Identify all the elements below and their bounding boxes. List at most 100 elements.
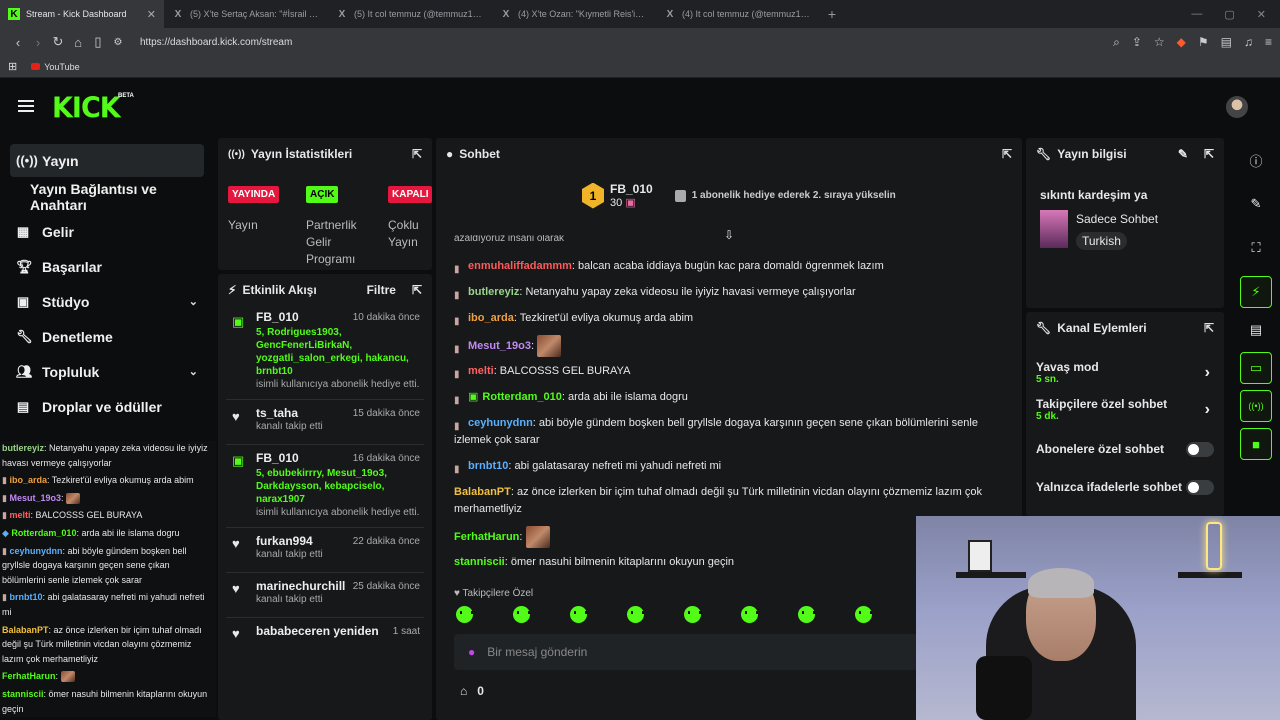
activity-time: 15 dakika önce	[352, 408, 420, 419]
share-icon[interactable]: ⇪	[1132, 35, 1142, 49]
apps-icon[interactable]: ⊞	[8, 60, 17, 73]
menu-icon[interactable]: ≡	[1265, 35, 1272, 49]
chat-username[interactable]: butlereyiz	[468, 286, 519, 298]
streamer-hair	[1028, 568, 1094, 598]
followers-only-row[interactable]: Takipçilere özel sohbet 5 dk. ›	[1026, 397, 1224, 422]
popout-icon[interactable]: ⇱	[1204, 321, 1214, 335]
edit-icon[interactable]: ✎	[1240, 188, 1272, 220]
minimize-icon[interactable]: —	[1191, 8, 1202, 20]
subscribers-only-toggle[interactable]	[1186, 441, 1214, 457]
activity-time: 10 dakika önce	[352, 312, 420, 323]
url-field[interactable]: https://dashboard.kick.com/stream	[140, 37, 292, 48]
sidebar-item-yayin[interactable]: ((•)) Yayın	[10, 144, 204, 177]
overlay-chat-line: ▮ brnbt10: abi galatasaray nefreti mi ya…	[2, 590, 214, 619]
top-gifter-name[interactable]: FB_010	[610, 182, 653, 196]
chat-username[interactable]: ibo_arda	[468, 312, 514, 324]
popout-icon[interactable]: ⇱	[412, 147, 422, 161]
popout-icon[interactable]: ⇱	[1002, 147, 1012, 161]
sidebar-item-topluluk[interactable]: 👥︎ Topluluk ⌄	[0, 354, 216, 389]
chat-username[interactable]: BalabanPT	[454, 486, 511, 498]
tab-kick-dashboard[interactable]: K Stream - Kick Dashboard ✕	[0, 0, 164, 28]
chat-username[interactable]: Mesut_19o3	[468, 340, 531, 352]
channel-points[interactable]: ⌂ 0	[460, 684, 484, 698]
emote-icon[interactable]	[627, 606, 644, 623]
sidebar-toggle-icon[interactable]: ▤	[1221, 35, 1232, 49]
user-avatar[interactable]	[1226, 96, 1248, 118]
home-icon[interactable]: ⌂	[68, 35, 88, 50]
hamburger-menu-icon[interactable]	[18, 100, 34, 112]
chat-username[interactable]: melti	[468, 365, 494, 377]
webcam-overlay	[916, 516, 1280, 720]
info-icon[interactable]: ⓘ	[1240, 144, 1272, 176]
forward-icon[interactable]: ›	[28, 35, 48, 50]
lightning-icon[interactable]: ⚡︎	[1240, 276, 1272, 308]
sidebar-item-label: Gelir	[42, 223, 74, 240]
chevron-right-icon[interactable]: ›	[1205, 364, 1210, 382]
sidebar-item-stream-key[interactable]: Yayın Bağlantısı ve Anahtarı	[0, 179, 216, 214]
tab-title: (5) It col temmuz (@temmuz1919) / X	[354, 9, 484, 19]
zoom-icon[interactable]: ⌕	[1113, 35, 1120, 50]
sidebar-item-basarilar[interactable]: 🏆︎ Başarılar	[0, 249, 216, 284]
tab-x-2[interactable]: X (5) It col temmuz (@temmuz1919) / X	[328, 0, 492, 28]
sidebar-item-droplar[interactable]: ▤ Droplar ve ödüller	[0, 389, 216, 424]
tab-x-3[interactable]: X (4) X'te Ozan: "Kıymetli Reis'im bu ol	[492, 0, 656, 28]
tab-title: (4) X'te Ozan: "Kıymetli Reis'im bu ol	[518, 9, 648, 19]
filter-button[interactable]: Filtre	[367, 283, 396, 297]
emote-icon[interactable]	[570, 606, 587, 623]
popout-icon[interactable]: ⇱	[412, 283, 422, 297]
back-icon[interactable]: ‹	[8, 35, 28, 50]
activity-desc: kanalı takip etti	[256, 549, 323, 560]
fullscreen-icon[interactable]: ⛶	[1240, 232, 1272, 264]
media-icon[interactable]: ♫	[1244, 35, 1253, 49]
heart-icon: ♥	[232, 581, 240, 596]
emote-icon[interactable]	[513, 606, 530, 623]
star-icon[interactable]: ☆	[1154, 35, 1165, 49]
camera-icon[interactable]: ■	[1240, 428, 1272, 460]
sidebar-item-studyo[interactable]: ▣ Stüdyo ⌄	[0, 284, 216, 319]
emote-icon[interactable]	[741, 606, 758, 623]
edit-icon[interactable]: ✎	[1178, 147, 1188, 161]
pin-icon[interactable]: ⇩	[724, 228, 734, 242]
chevron-right-icon[interactable]: ›	[1205, 401, 1210, 419]
chat-icon[interactable]: ▭	[1240, 352, 1272, 384]
tab-x-1[interactable]: X (5) X'te Sertaç Aksan: "#İsrail 🔴 Ara	[164, 0, 328, 28]
chevron-down-icon[interactable]: ⌄	[189, 365, 198, 378]
kick-logo[interactable]: KICK	[52, 92, 121, 125]
chat-username[interactable]: FerhatHarun	[454, 531, 519, 543]
new-tab-icon[interactable]: +	[820, 6, 844, 22]
site-settings-icon[interactable]: ⚙	[108, 37, 128, 48]
microphone-icon[interactable]: ●	[468, 645, 475, 659]
emote-only-toggle[interactable]	[1186, 479, 1214, 495]
tab-x-4[interactable]: X (4) It col temmuz (@temmuz1919) / X	[656, 0, 820, 28]
activity-item: ♥ ts_taha 15 dakika önce kanalı takip et…	[218, 400, 432, 440]
chat-username[interactable]: Rotterdam_010	[482, 391, 561, 403]
reload-icon[interactable]: ↻	[48, 34, 68, 50]
popout-icon[interactable]: ⇱	[1204, 147, 1214, 161]
bookmark-icon[interactable]: ▯	[88, 34, 108, 50]
document-icon[interactable]: ▤	[1240, 314, 1272, 346]
chat-username[interactable]: enmuhaliffadammm	[468, 260, 572, 272]
emote-icon[interactable]	[456, 606, 473, 623]
chevron-down-icon[interactable]: ⌄	[189, 295, 198, 308]
overlay-chat-text: : BALCOSSS GEL BURAYA	[30, 510, 143, 521]
extensions-icon[interactable]: ⚑	[1198, 35, 1209, 49]
close-window-icon[interactable]: ✕	[1257, 8, 1266, 21]
emote-icon[interactable]	[798, 606, 815, 623]
maximize-icon[interactable]: ▢	[1224, 8, 1234, 21]
broadcast-icon: ((•))	[228, 148, 245, 160]
close-tab-icon[interactable]: ✕	[147, 8, 156, 21]
trophy-icon: 🏆︎	[16, 258, 33, 274]
broadcast-icon[interactable]: ((•))	[1240, 390, 1272, 422]
chat-username[interactable]: ceyhunydnn	[468, 417, 533, 429]
action-value: 5 dk.	[1036, 411, 1059, 422]
sidebar-item-denetleme[interactable]: 🔧︎ Denetleme	[0, 319, 216, 354]
emote-icon[interactable]	[855, 606, 872, 623]
chat-username[interactable]: brnbt10	[468, 460, 508, 472]
chat-username[interactable]: stanniscii	[454, 556, 505, 568]
category-name[interactable]: Sadece Sohbet	[1076, 212, 1158, 226]
sidebar-item-gelir[interactable]: ▦ Gelir	[0, 214, 216, 249]
brave-shield-icon[interactable]: ◆	[1177, 35, 1186, 49]
emote-icon[interactable]	[684, 606, 701, 623]
bookmark-youtube[interactable]: YouTube	[31, 62, 80, 72]
slow-mode-row[interactable]: Yavaş mod 5 sn. ›	[1026, 360, 1224, 385]
